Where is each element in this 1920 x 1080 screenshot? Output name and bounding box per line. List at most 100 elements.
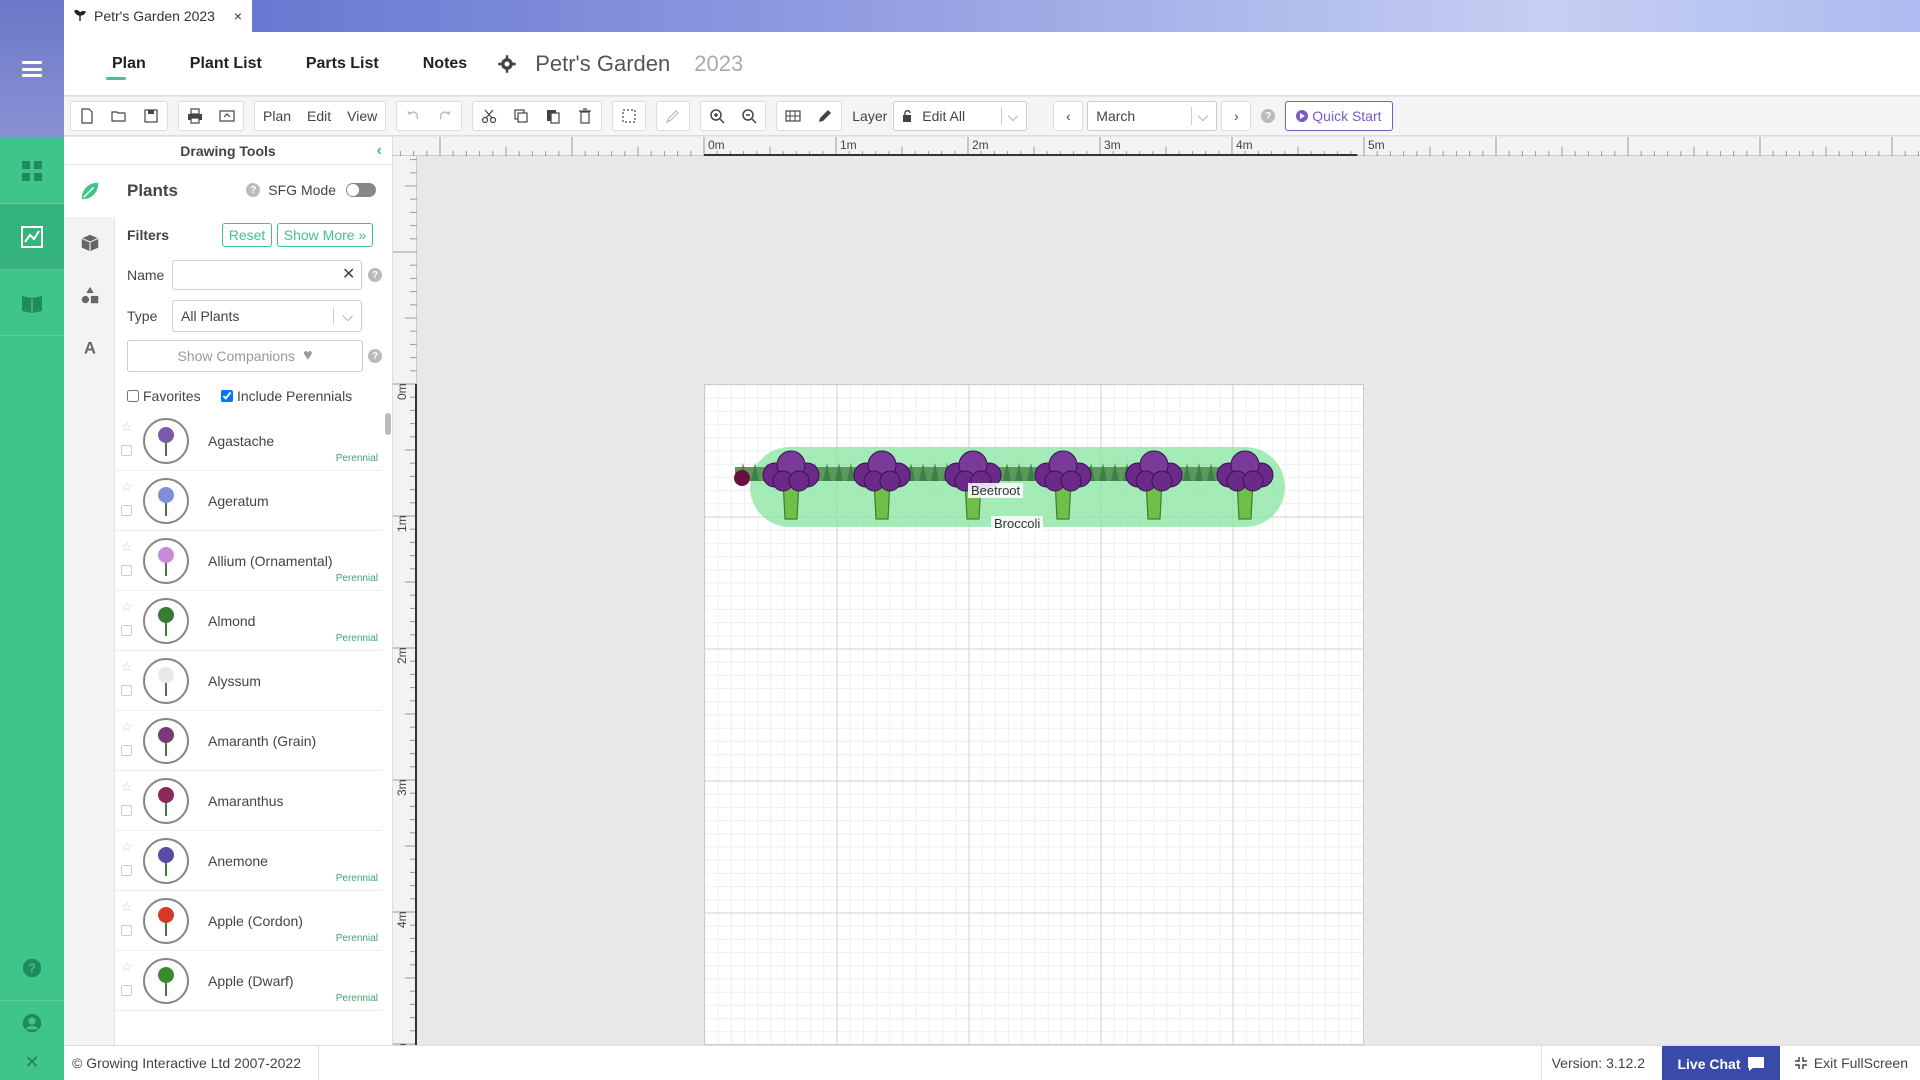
plants-leaf-icon[interactable]: [64, 165, 115, 217]
save-icon[interactable]: [135, 102, 167, 130]
cut-icon[interactable]: [473, 102, 505, 130]
plant-list-item[interactable]: ☆ Allium (Ornamental) Perennial: [115, 531, 382, 591]
plant-select-box[interactable]: [121, 625, 132, 636]
favorite-star-icon[interactable]: ☆: [121, 419, 133, 435]
zoom-in-icon[interactable]: [701, 102, 733, 130]
tab-plant-list[interactable]: Plant List: [168, 32, 284, 96]
plant-list-item[interactable]: ☆ Almond Perennial: [115, 591, 382, 651]
tab-plan[interactable]: Plan: [64, 32, 168, 96]
dashboard-icon[interactable]: [0, 138, 64, 204]
copy-icon[interactable]: [505, 102, 537, 130]
plant-list-item[interactable]: ☆ Ageratum: [115, 471, 382, 531]
favorite-star-icon[interactable]: ☆: [121, 719, 133, 735]
show-more-button[interactable]: Show More »: [277, 223, 373, 247]
plant-list-item[interactable]: ☆ Apple (Dwarf) Perennial: [115, 951, 382, 1011]
plant-select-box[interactable]: [121, 805, 132, 816]
favorite-star-icon[interactable]: ☆: [121, 539, 133, 555]
document-tab[interactable]: Petr's Garden 2023 ×: [64, 0, 252, 32]
user-account-icon[interactable]: [0, 1001, 64, 1045]
zoom-out-icon[interactable]: [733, 102, 765, 130]
guide-book-icon[interactable]: [0, 270, 64, 336]
select-area-icon[interactable]: [613, 102, 645, 130]
tab-notes[interactable]: Notes: [401, 32, 489, 96]
shapes-icon[interactable]: [64, 269, 115, 321]
plant-list-item[interactable]: ☆ Anemone Perennial: [115, 831, 382, 891]
plant-select-box[interactable]: [121, 565, 132, 576]
include-perennials-checkbox[interactable]: [221, 390, 233, 402]
exit-fullscreen-button[interactable]: Exit FullScreen: [1794, 1046, 1908, 1080]
plant-select-box[interactable]: [121, 925, 132, 936]
menu-view[interactable]: View: [339, 102, 385, 130]
delete-trash-icon[interactable]: [569, 102, 601, 130]
settings-gear-icon[interactable]: [497, 54, 517, 74]
favorites-checkbox-row[interactable]: Favorites: [127, 388, 201, 404]
name-input[interactable]: [172, 260, 362, 290]
show-companions-button[interactable]: Show Companions ♥: [127, 340, 363, 372]
hamburger-menu-icon[interactable]: [22, 61, 42, 77]
garden-plan-icon[interactable]: [0, 204, 64, 270]
help-question-icon[interactable]: ?: [1261, 109, 1276, 123]
paste-icon[interactable]: [537, 102, 569, 130]
chevron-left-icon[interactable]: ‹: [1054, 102, 1082, 130]
favorite-star-icon[interactable]: ☆: [121, 959, 133, 975]
edit-pencil-icon[interactable]: [657, 102, 689, 130]
plant-select-box[interactable]: [121, 985, 132, 996]
plant-select-box[interactable]: [121, 745, 132, 756]
plant-list-item[interactable]: ☆ Agastache Perennial: [115, 411, 382, 471]
plant-select-box[interactable]: [121, 445, 132, 456]
favorites-checkbox[interactable]: [127, 390, 139, 402]
chevron-right-icon[interactable]: ›: [1222, 102, 1250, 130]
plan-canvas[interactable]: 0m 1m 2m 3m 4m 5m 0m 1m 2m 3m 4m 5m Beetroot Brocc…: [393, 137, 1920, 1045]
month-prev-group: ‹: [1053, 101, 1084, 131]
close-tab-icon[interactable]: ×: [234, 8, 242, 24]
raised-bed-box-icon[interactable]: [64, 217, 115, 269]
print-icon[interactable]: [179, 102, 211, 130]
help-question-icon[interactable]: ?: [368, 349, 382, 363]
favorite-star-icon[interactable]: ☆: [121, 839, 133, 855]
tab-parts-list[interactable]: Parts List: [284, 32, 401, 96]
close-panel-icon[interactable]: ✕: [0, 1045, 64, 1080]
reset-button[interactable]: Reset: [222, 223, 272, 247]
favorite-star-icon[interactable]: ☆: [121, 779, 133, 795]
help-question-icon[interactable]: ?: [246, 183, 261, 197]
plant-list-scrollbar[interactable]: [385, 413, 391, 435]
filters-label: Filters: [127, 227, 170, 243]
chevron-down-icon: ⌵: [1197, 107, 1209, 124]
plant-list-item[interactable]: ☆ Alyssum: [115, 651, 382, 711]
include-perennials-checkbox-row[interactable]: Include Perennials: [221, 388, 352, 404]
clear-input-icon[interactable]: ✕: [342, 264, 355, 284]
help-circle-icon[interactable]: ?: [0, 935, 64, 1001]
garden-plot[interactable]: Beetroot Broccoli: [704, 384, 1364, 1045]
grid-icon[interactable]: [777, 102, 809, 130]
live-chat-button[interactable]: Live Chat: [1662, 1046, 1780, 1080]
collapse-chevron-icon[interactable]: ‹: [377, 142, 382, 160]
new-file-icon[interactable]: [71, 102, 103, 130]
plant-name: Apple (Dwarf): [208, 973, 294, 989]
plant-select-box[interactable]: [121, 865, 132, 876]
plant-list-item[interactable]: ☆ Amaranth (Grain): [115, 711, 382, 771]
beetroot-plant[interactable]: [734, 470, 750, 486]
draw-pen-icon[interactable]: [809, 102, 841, 130]
undo-icon[interactable]: [397, 102, 429, 130]
plant-list-item[interactable]: ☆ Apple (Cordon) Perennial: [115, 891, 382, 951]
month-select[interactable]: March ⌵: [1087, 101, 1218, 131]
favorite-star-icon[interactable]: ☆: [121, 599, 133, 615]
plant-select-box[interactable]: [121, 505, 132, 516]
open-folder-icon[interactable]: [103, 102, 135, 130]
quick-start-button[interactable]: Quick Start: [1285, 101, 1393, 131]
help-question-icon[interactable]: ?: [368, 268, 382, 282]
text-tool-icon[interactable]: A: [64, 321, 115, 373]
export-icon[interactable]: [211, 102, 243, 130]
plant-select-box[interactable]: [121, 685, 132, 696]
menu-edit[interactable]: Edit: [299, 102, 339, 130]
favorite-star-icon[interactable]: ☆: [121, 479, 133, 495]
sfg-mode-toggle[interactable]: [346, 183, 376, 197]
type-select[interactable]: All Plants ⌵: [172, 300, 362, 332]
favorite-star-icon[interactable]: ☆: [121, 899, 133, 915]
plant-thumbnail-icon: [143, 658, 189, 704]
layer-select[interactable]: Edit All ⌵: [893, 101, 1028, 131]
favorite-star-icon[interactable]: ☆: [121, 659, 133, 675]
redo-icon[interactable]: [429, 102, 461, 130]
menu-plan[interactable]: Plan: [255, 102, 299, 130]
plant-list-item[interactable]: ☆ Amaranthus: [115, 771, 382, 831]
